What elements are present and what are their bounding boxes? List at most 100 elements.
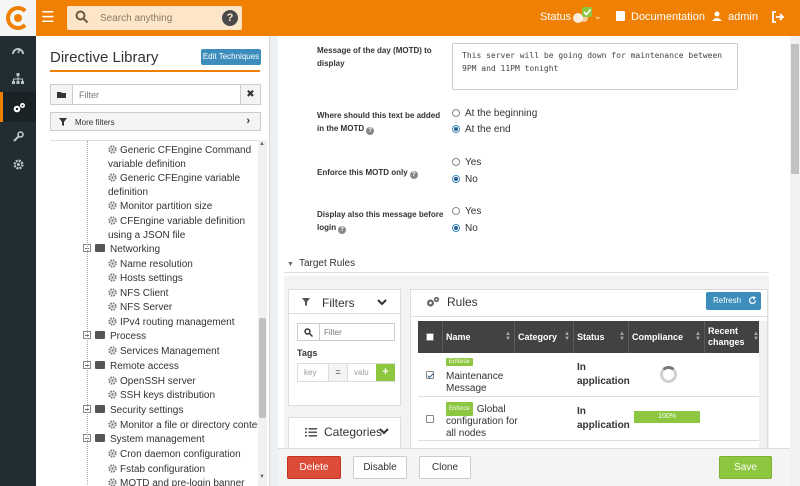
- tree-item[interactable]: Cron daemon configuration: [108, 448, 241, 462]
- title-underline: [50, 70, 260, 72]
- tag-value-input[interactable]: valu: [348, 364, 376, 381]
- table-row[interactable]: Enforce Global configuration for all node…: [418, 397, 762, 441]
- col-status[interactable]: Status ▲ ▼: [574, 321, 629, 353]
- add-tag-button[interactable]: +: [376, 364, 395, 381]
- clone-button[interactable]: Clone: [419, 456, 471, 479]
- categories-card[interactable]: Categories: [288, 417, 401, 451]
- search-icon: [75, 10, 89, 24]
- menu-toggle-icon[interactable]: ☰: [40, 9, 56, 27]
- library-filter-input[interactable]: [79, 87, 229, 102]
- dashboard-icon[interactable]: [0, 36, 36, 64]
- nodes-sitemap-icon[interactable]: [0, 64, 36, 92]
- tree-category[interactable]: Remote access: [83, 360, 179, 374]
- tree-item[interactable]: Name resolution: [108, 258, 193, 272]
- clear-filter-icon[interactable]: ✖: [240, 85, 260, 104]
- chevron-down-icon[interactable]: ⌄: [594, 11, 602, 22]
- radio-enforce-yes[interactable]: [452, 158, 460, 166]
- save-button[interactable]: Save: [719, 456, 772, 479]
- tree-item-label: Monitor a file or directory content: [120, 419, 262, 431]
- action-bar: Delete Disable Clone Save: [278, 448, 790, 486]
- rule-name[interactable]: Maintenance Message: [446, 371, 516, 395]
- table-row[interactable]: Enforce Maintenance Message In applicati…: [418, 353, 762, 397]
- compliance-bar[interactable]: 100%: [634, 411, 700, 423]
- settings-gear-icon[interactable]: [0, 150, 36, 178]
- tag-key-input[interactable]: key: [298, 364, 328, 381]
- folder-open-icon[interactable]: [51, 85, 73, 104]
- tree-category[interactable]: Process: [83, 330, 146, 344]
- main-scroll-thumb[interactable]: [791, 44, 799, 174]
- library-scrollbar[interactable]: [258, 140, 267, 486]
- disable-button[interactable]: Disable: [353, 456, 407, 479]
- scroll-down-arrow-icon[interactable]: ▼: [259, 474, 265, 480]
- tree-item[interactable]: Generic CFEngine Command variable definit…: [108, 144, 251, 172]
- rules-table-scrollbar[interactable]: [759, 321, 767, 451]
- tree-item[interactable]: Hosts settings: [108, 272, 183, 286]
- utilities-wrench-icon[interactable]: [0, 122, 36, 150]
- help-icon[interactable]: ?: [338, 226, 347, 234]
- radio-beginning[interactable]: [452, 109, 460, 117]
- tree-category[interactable]: System management: [83, 433, 205, 447]
- target-rules-toggle[interactable]: ▼ Target Rules: [287, 258, 355, 269]
- tree-item[interactable]: MOTD and pre-login banner: [108, 477, 245, 486]
- tree-item-label: IPv4 routing management: [120, 316, 235, 328]
- tree-item[interactable]: Fstab configuration: [108, 463, 205, 477]
- help-icon[interactable]: ?: [409, 171, 418, 179]
- where-option-end[interactable]: At the end: [452, 124, 511, 135]
- col-compliance[interactable]: Compliance ▲ ▼: [629, 321, 705, 353]
- configuration-gears-icon[interactable]: [0, 92, 36, 122]
- tree-item[interactable]: Services Management: [108, 345, 220, 359]
- enforce-option-yes[interactable]: Yes: [452, 157, 481, 168]
- more-filters-button[interactable]: More filters ›: [50, 112, 261, 131]
- scroll-up-arrow-icon[interactable]: ▲: [259, 141, 265, 147]
- rudder-logo[interactable]: [0, 0, 36, 36]
- tree-category[interactable]: Security settings: [83, 404, 183, 418]
- tree-category-label: Remote access: [110, 360, 179, 372]
- enforce-option-no[interactable]: No: [452, 174, 478, 185]
- col-recent-changes[interactable]: Recent changes ▲ ▼: [705, 321, 762, 353]
- tree-item[interactable]: IPv4 routing management: [108, 316, 235, 330]
- tree-item[interactable]: Monitor a file or directory content: [108, 419, 262, 433]
- main-scrollbar[interactable]: [790, 36, 800, 486]
- display-option-yes[interactable]: Yes: [452, 206, 481, 217]
- help-icon[interactable]: ?: [366, 127, 375, 135]
- enforce-option-1: No: [465, 174, 478, 185]
- user-menu[interactable]: admin: [712, 11, 758, 23]
- tree-item[interactable]: CFEngine variable definition using a JSON…: [108, 215, 245, 243]
- tree-item[interactable]: Monitor partition size: [108, 200, 212, 214]
- search-help-icon[interactable]: ?: [222, 10, 238, 26]
- tree-item[interactable]: OpenSSH server: [108, 375, 196, 389]
- rules-filter-input[interactable]: [324, 325, 392, 339]
- tree-item[interactable]: SSH keys distribution: [108, 389, 215, 403]
- tree-item[interactable]: Generic CFEngine variable definition: [108, 172, 240, 200]
- library-scroll-thumb[interactable]: [259, 318, 266, 418]
- filters-header[interactable]: Filters: [289, 290, 400, 314]
- edit-techniques-button[interactable]: Edit Techniques: [201, 49, 261, 65]
- radio-enforce-no[interactable]: [452, 175, 460, 183]
- logout-icon[interactable]: [771, 10, 785, 24]
- refresh-button[interactable]: Refresh: [706, 292, 761, 310]
- col-name[interactable]: Name ▲ ▼: [443, 321, 515, 353]
- row-checkbox[interactable]: [426, 415, 434, 423]
- documentation-link[interactable]: Documentation: [616, 11, 705, 23]
- delete-button[interactable]: Delete: [287, 456, 341, 479]
- status-menu[interactable]: Status: [540, 11, 571, 23]
- radio-display-no[interactable]: [452, 224, 460, 232]
- tags-label: Tags: [297, 348, 318, 358]
- col-category[interactable]: Category ▲ ▼: [515, 321, 574, 353]
- search-input[interactable]: [100, 9, 210, 27]
- where-option-beginning[interactable]: At the beginning: [452, 108, 537, 119]
- select-all-checkbox[interactable]: [426, 333, 434, 341]
- rule-name-cell[interactable]: Enforce Maintenance Message: [446, 357, 516, 400]
- tree-item[interactable]: NFS Client: [108, 287, 168, 301]
- status-ok-icon[interactable]: [571, 6, 593, 28]
- tree-item-label: CFEngine variable definition: [120, 215, 246, 227]
- sort-icon: ▲ ▼: [505, 331, 511, 342]
- row-checkbox[interactable]: [426, 371, 434, 379]
- display-option-no[interactable]: No: [452, 223, 478, 234]
- tree-category[interactable]: Networking: [83, 243, 160, 257]
- motd-textarea[interactable]: This server will be going down for maint…: [452, 43, 738, 90]
- radio-end[interactable]: [452, 125, 460, 133]
- tree-item[interactable]: NFS Server: [108, 301, 172, 315]
- rule-name-cell[interactable]: Enforce Global configuration for all node…: [446, 402, 518, 445]
- radio-display-yes[interactable]: [452, 207, 460, 215]
